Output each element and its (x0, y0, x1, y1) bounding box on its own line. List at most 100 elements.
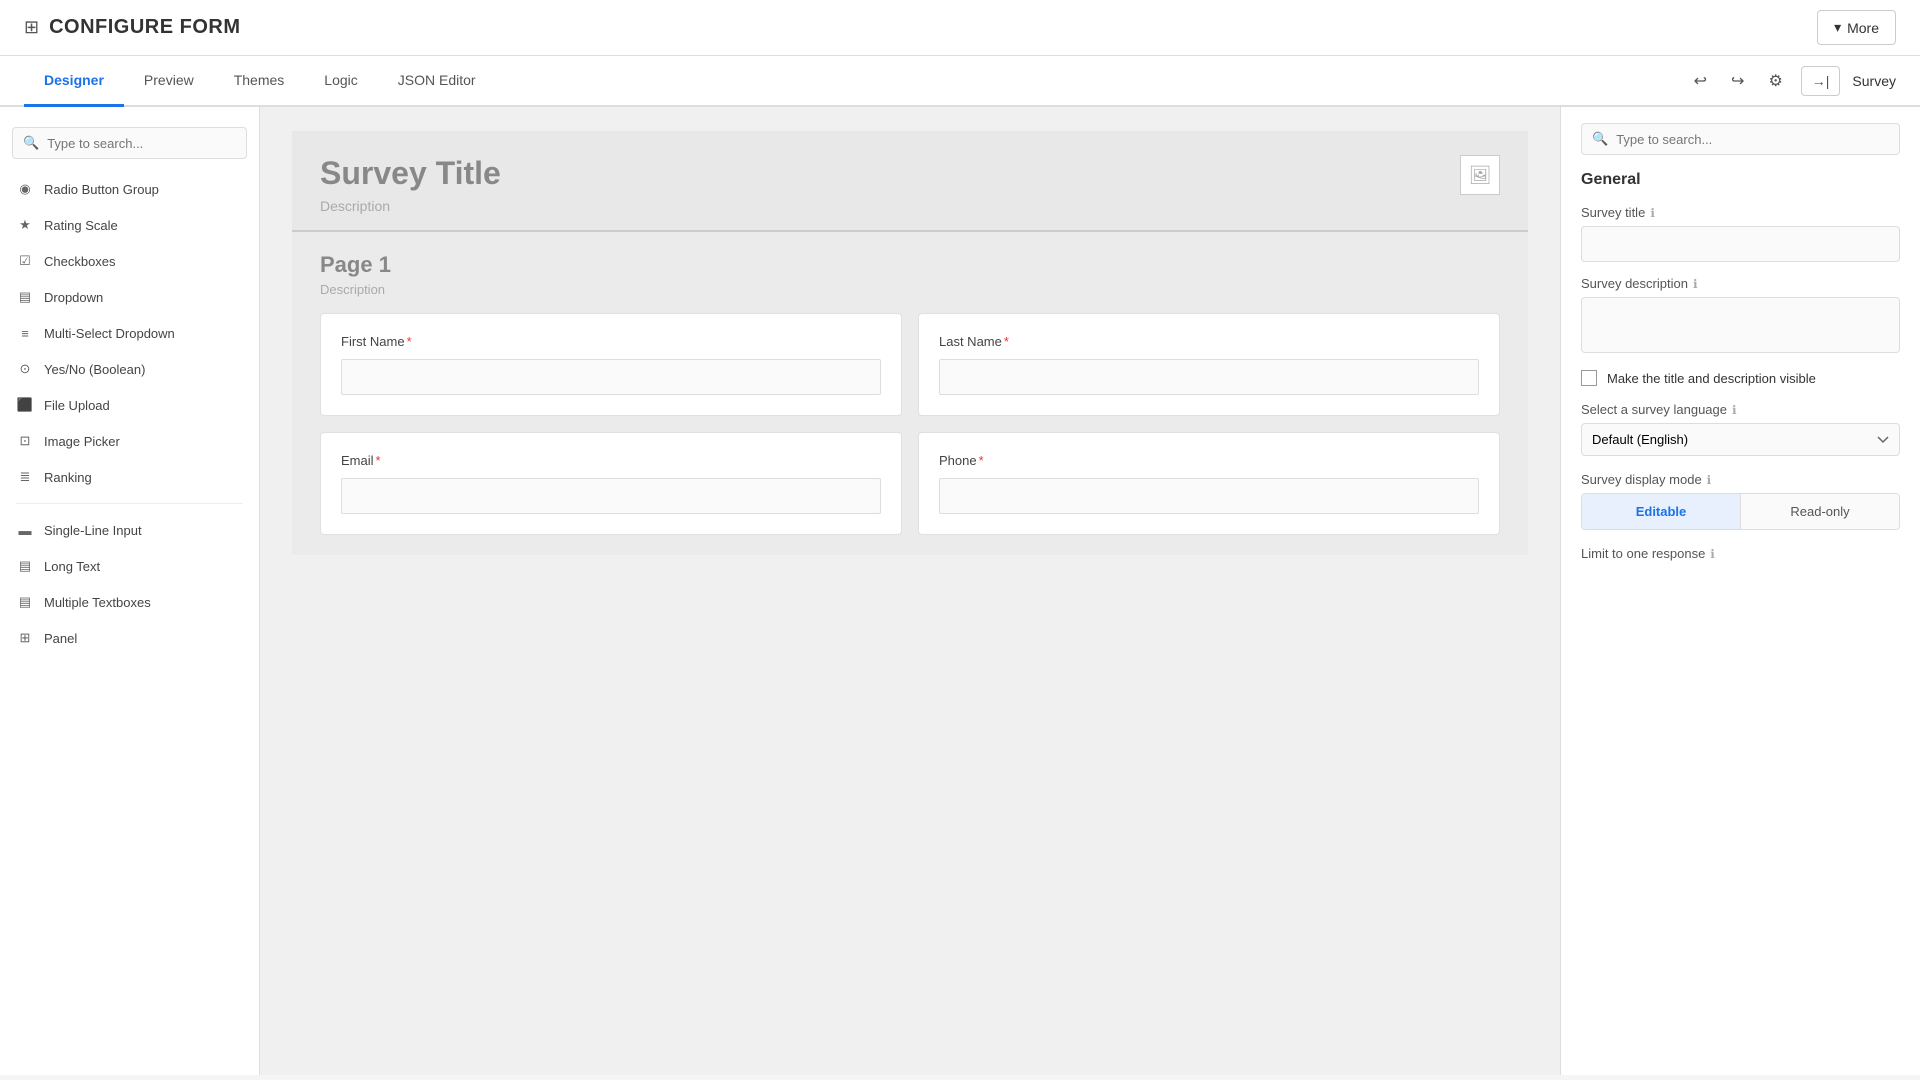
survey-title: Survey Title (320, 155, 501, 192)
phone-label: Phone* (939, 453, 1479, 468)
sidebar-item-label: Long Text (44, 559, 100, 574)
survey-header[interactable]: Survey Title Description 🖼 (292, 131, 1528, 232)
canvas-area: Survey Title Description 🖼 Page 1 Descri… (260, 107, 1560, 1075)
survey-label: Survey (1852, 73, 1896, 89)
sidebar-search-box[interactable]: 🔍 (12, 127, 247, 159)
panel-icon: ⊞ (16, 629, 34, 647)
survey-description: Description (320, 198, 501, 214)
sidebar-search-icon: 🔍 (23, 135, 39, 151)
page-section: Page 1 Description First Name* Last Name… (292, 232, 1528, 555)
right-search-icon: 🔍 (1592, 131, 1608, 147)
display-mode-readonly-button[interactable]: Read-only (1741, 494, 1899, 529)
page-description-text: Description (320, 282, 1500, 297)
sidebar-item-dropdown[interactable]: ▤ Dropdown (0, 279, 259, 315)
survey-description-input[interactable] (1581, 297, 1900, 353)
field-first-name[interactable]: First Name* (320, 313, 902, 416)
sidebar-item-ranking[interactable]: ≣ Ranking (0, 459, 259, 495)
sidebar-item-image-picker[interactable]: ⊡ Image Picker (0, 423, 259, 459)
sidebar-item-label: Ranking (44, 470, 92, 485)
sidebar-item-label: Yes/No (Boolean) (44, 362, 145, 377)
file-upload-icon: ⬛ (16, 396, 34, 414)
survey-title-input[interactable] (1581, 226, 1900, 262)
right-search-input[interactable] (1616, 132, 1889, 147)
last-name-input[interactable] (939, 359, 1479, 395)
sidebar-item-radio-button-group[interactable]: ◉ Radio Button Group (0, 171, 259, 207)
main-layout: 🔍 ◉ Radio Button Group ★ Rating Scale ☑ … (0, 107, 1920, 1075)
sidebar-item-label: Checkboxes (44, 254, 116, 269)
field-last-name[interactable]: Last Name* (918, 313, 1500, 416)
sidebar-item-label: File Upload (44, 398, 110, 413)
star-icon: ★ (16, 216, 34, 234)
radio-icon: ◉ (16, 180, 34, 198)
visibility-checkbox-label: Make the title and description visible (1607, 371, 1816, 386)
more-button[interactable]: ▾ More (1817, 10, 1896, 45)
sidebar-search-input[interactable] (47, 136, 236, 151)
field-email[interactable]: Email* (320, 432, 902, 535)
sidebar-item-single-line-input[interactable]: ▬ Single-Line Input (0, 512, 259, 548)
sidebar-item-label: Radio Button Group (44, 182, 159, 197)
panel-section-title: General (1581, 171, 1900, 189)
redo-button[interactable]: ↪ (1725, 65, 1750, 97)
tab-logic[interactable]: Logic (304, 56, 377, 107)
survey-title-info-icon[interactable]: ℹ (1650, 206, 1655, 220)
display-mode-toggle: Editable Read-only (1581, 493, 1900, 530)
language-info-icon[interactable]: ℹ (1732, 403, 1737, 417)
sidebar-item-file-upload[interactable]: ⬛ File Upload (0, 387, 259, 423)
visibility-checkbox[interactable] (1581, 370, 1597, 386)
right-search-box[interactable]: 🔍 (1581, 123, 1900, 155)
more-chevron-icon: ▾ (1834, 19, 1841, 36)
display-mode-info-icon[interactable]: ℹ (1707, 473, 1712, 487)
sidebar-item-label: Single-Line Input (44, 523, 142, 538)
checkbox-icon: ☑ (16, 252, 34, 270)
sidebar-item-checkboxes[interactable]: ☑ Checkboxes (0, 243, 259, 279)
tab-json-editor[interactable]: JSON Editor (378, 56, 496, 107)
display-mode-editable-button[interactable]: Editable (1582, 494, 1740, 529)
last-name-label: Last Name* (939, 334, 1479, 349)
sidebar-item-panel[interactable]: ⊞ Panel (0, 620, 259, 656)
survey-image-placeholder[interactable]: 🖼 (1460, 155, 1500, 195)
sidebar-item-label: Multi-Select Dropdown (44, 326, 175, 341)
sidebar-item-rating-scale[interactable]: ★ Rating Scale (0, 207, 259, 243)
email-input[interactable] (341, 478, 881, 514)
multiple-textboxes-icon: ▤ (16, 593, 34, 611)
undo-button[interactable]: ↩ (1688, 65, 1713, 97)
more-label: More (1847, 20, 1879, 36)
email-required: * (376, 453, 381, 468)
tab-designer[interactable]: Designer (24, 56, 124, 107)
survey-title-field-label: Survey title ℹ (1581, 205, 1900, 220)
first-name-input[interactable] (341, 359, 881, 395)
sidebar-item-multiple-textboxes[interactable]: ▤ Multiple Textboxes (0, 584, 259, 620)
collapse-button[interactable]: →| (1801, 66, 1841, 96)
settings-button[interactable]: ⚙ (1762, 65, 1788, 97)
sidebar-item-label: Multiple Textboxes (44, 595, 151, 610)
display-mode-label: Survey display mode ℹ (1581, 472, 1900, 487)
sidebar-item-long-text[interactable]: ▤ Long Text (0, 548, 259, 584)
page-title: CONFIGURE FORM (49, 16, 240, 39)
sidebar-item-yes-no-boolean[interactable]: ⊙ Yes/No (Boolean) (0, 351, 259, 387)
survey-description-info-icon[interactable]: ℹ (1693, 277, 1698, 291)
survey-header-content: Survey Title Description (320, 155, 501, 214)
tab-preview[interactable]: Preview (124, 56, 214, 107)
phone-input[interactable] (939, 478, 1479, 514)
page-title: Page 1 (320, 252, 1500, 278)
sidebar-item-label: Rating Scale (44, 218, 118, 233)
last-name-required: * (1004, 334, 1009, 349)
limit-response-info-icon[interactable]: ℹ (1710, 547, 1715, 561)
sidebar-item-multi-select-dropdown[interactable]: ≡ Multi-Select Dropdown (0, 315, 259, 351)
email-label: Email* (341, 453, 881, 468)
first-name-label: First Name* (341, 334, 881, 349)
dropdown-icon: ▤ (16, 288, 34, 306)
language-select-row: Select a survey language ℹ Default (Engl… (1581, 402, 1900, 456)
right-panel: 🔍 General Survey title ℹ Survey descript… (1560, 107, 1920, 1075)
first-name-required: * (407, 334, 412, 349)
language-select[interactable]: Default (English) Spanish French German (1581, 423, 1900, 456)
image-picker-icon: ⊡ (16, 432, 34, 450)
language-field-label: Select a survey language ℹ (1581, 402, 1900, 417)
tab-themes[interactable]: Themes (214, 56, 305, 107)
nav-tabs: Designer Preview Themes Logic JSON Edito… (0, 56, 1920, 107)
boolean-icon: ⊙ (16, 360, 34, 378)
visibility-checkbox-row: Make the title and description visible (1581, 370, 1900, 386)
field-phone[interactable]: Phone* (918, 432, 1500, 535)
nav-actions: ↩ ↪ ⚙ →| Survey (1688, 65, 1896, 97)
sidebar-item-label: Image Picker (44, 434, 120, 449)
